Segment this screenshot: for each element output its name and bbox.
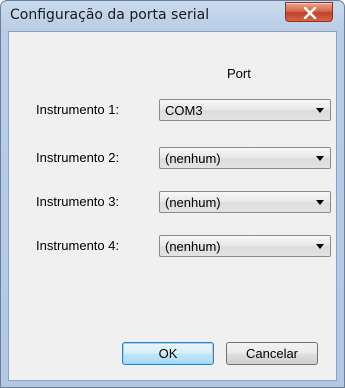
instrument-2-port-select[interactable]: (nenhum) [159,147,331,169]
instrument-2-label: Instrumento 2: [36,150,120,165]
cancel-button[interactable]: Cancelar [226,342,318,365]
instrument-3-port-select[interactable]: (nenhum) [159,191,331,213]
close-button[interactable] [285,2,333,22]
chevron-down-icon [316,244,324,249]
instrument-1-label: Instrumento 1: [36,102,120,117]
instrument-1-port-value: COM3 [165,103,203,118]
chevron-down-icon [316,108,324,113]
chevron-down-icon [316,156,324,161]
serial-port-dialog: Configuração da porta serial Port Instru… [0,0,345,388]
instrument-4-port-value: (nenhum) [165,239,221,254]
dialog-body: Port Instrumento 1: COM3 Instrumento 2: … [8,31,337,381]
chevron-down-icon [316,200,324,205]
instrument-3-port-value: (nenhum) [165,195,221,210]
port-column-header: Port [227,66,251,81]
title-bar[interactable]: Configuração da porta serial [1,1,344,31]
ok-button[interactable]: OK [122,342,214,365]
instrument-2-port-value: (nenhum) [165,151,221,166]
instrument-4-label: Instrumento 4: [36,238,120,253]
instrument-4-port-select[interactable]: (nenhum) [159,235,331,257]
instrument-1-port-select[interactable]: COM3 [159,99,331,121]
instrument-3-label: Instrumento 3: [36,194,120,209]
close-icon [303,7,317,19]
window-title: Configuração da porta serial [10,7,210,23]
